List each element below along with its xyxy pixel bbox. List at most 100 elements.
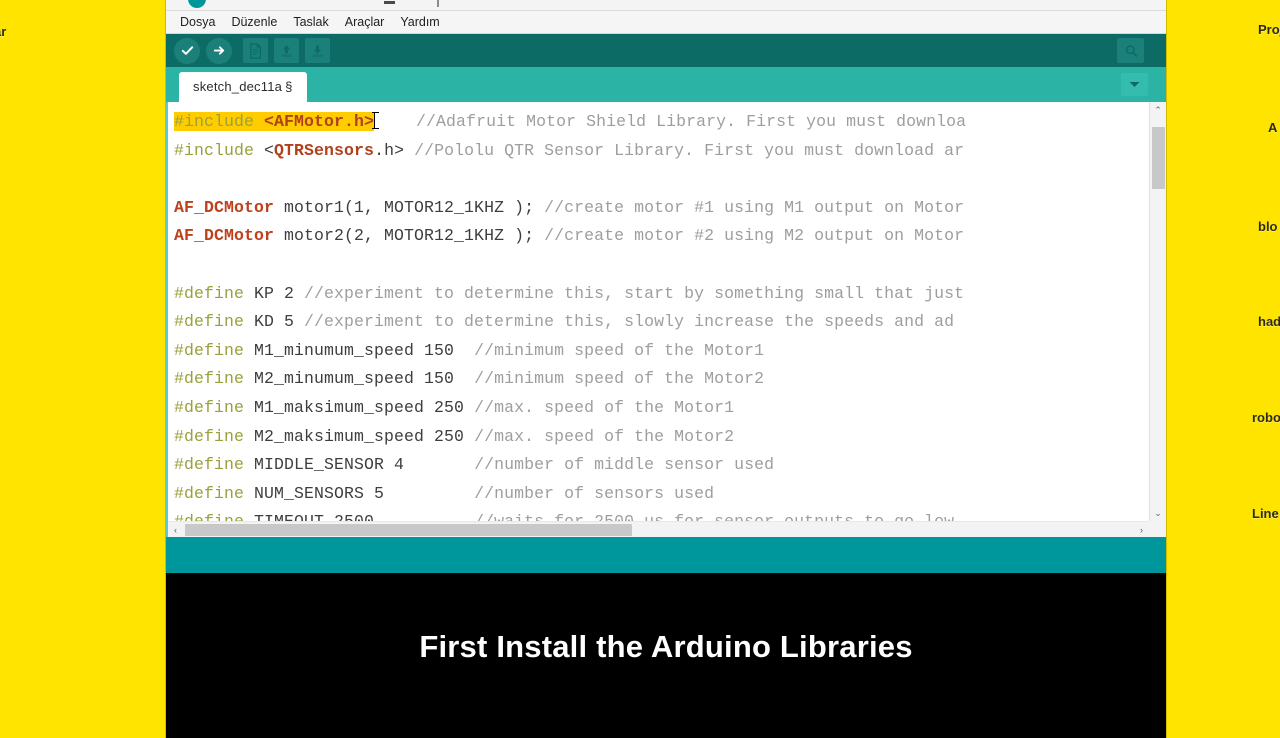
code-token: .h> [374,140,415,160]
code-token: <AFMotor.h> [264,112,375,131]
editor-horizontal-scrollbar[interactable]: ‹ › [168,521,1149,537]
code-comment: //create motor #1 using M1 output on Mot… [544,197,965,217]
code-token: < [264,140,275,160]
vertical-scroll-thumb[interactable] [1152,127,1165,189]
background-fragment-right: blo [1258,219,1278,234]
code-token: #define [174,397,255,417]
code-token: KP 2 [254,283,305,303]
scrollbar-corner [1149,521,1166,537]
open-arrow-up-icon [281,44,292,57]
code-token: #define [174,455,255,475]
open-sketch-button[interactable] [274,38,299,63]
code-comment: //Adafruit Motor Shield Library. First y… [376,112,967,131]
upload-button[interactable] [206,37,232,64]
arrow-right-icon [213,46,224,55]
code-line[interactable] [174,165,1149,194]
serial-monitor-button[interactable] [1117,38,1144,63]
code-token: #define [174,483,255,503]
window-titlebar [166,0,1166,11]
code-token: #include [174,140,265,160]
minimize-icon[interactable] [384,1,395,4]
code-line[interactable]: #include <QTRSensors.h> //Pololu QTR Sen… [174,137,1149,166]
caption-banner: First Install the Arduino Libraries [166,573,1166,721]
code-text-area[interactable]: #include <AFMotor.h> //Adafruit Motor Sh… [168,102,1149,521]
background-fragment-right: had [1258,314,1280,329]
menu-item-taslak[interactable]: Taslak [285,13,336,31]
scroll-down-arrow[interactable]: ⌄ [1150,505,1166,521]
magnifier-icon [1125,44,1137,57]
maximize-icon[interactable] [437,0,439,7]
code-token: #define [174,426,255,446]
horizontal-scroll-thumb[interactable] [185,524,632,536]
code-token: M2_maksimum_speed 250 [254,426,475,446]
code-token: KD 5 [254,312,305,332]
background-fragment-right: A [1268,120,1278,135]
tab-sketch-dec11a[interactable]: sketch_dec11a § [179,72,307,102]
scroll-left-arrow[interactable]: ‹ [168,522,183,537]
save-sketch-button[interactable] [305,38,330,63]
code-line[interactable]: #define M1_maksimum_speed 250 //max. spe… [174,394,1149,423]
code-token: #define [174,340,255,360]
code-line[interactable]: #define KD 5 //experiment to determine t… [174,308,1149,337]
code-line[interactable]: #define KP 2 //experiment to determine t… [174,280,1149,309]
menu-item-duzenle[interactable]: Düzenle [223,13,285,31]
background-fragment-right: Line [1252,506,1279,521]
code-token: AF_DCMotor [174,226,285,246]
code-line[interactable]: #define M1_minumum_speed 150 //minimum s… [174,337,1149,366]
save-arrow-down-icon [312,44,323,57]
code-comment: //experiment to determine this, start by… [304,283,965,303]
code-token: M2_minumum_speed 150 [254,369,475,389]
chevron-down-icon [1129,82,1140,87]
code-token: #define [174,312,255,332]
check-icon [181,46,193,55]
code-token: MIDDLE_SENSOR 4 [254,455,475,475]
code-line[interactable]: AF_DCMotor motor2(2, MOTOR12_1KHZ ); //c… [174,222,1149,251]
tab-modified-marker: § [285,79,293,94]
scroll-right-arrow[interactable]: › [1134,522,1149,537]
code-comment: //Pololu QTR Sensor Library. First you m… [414,140,965,160]
verify-button[interactable] [174,37,200,64]
new-file-icon [250,42,262,59]
code-line[interactable]: #define TIMEOUT 2500 //waits for 2500 us… [174,508,1149,521]
console-message-strip [166,537,1166,573]
highlighted-code-span: #include <AFMotor.h> [174,112,375,131]
arduino-ide-window: Dosya Düzenle Taslak Araçlar Yardım sket… [166,0,1166,738]
code-token: M1_maksimum_speed 250 [254,397,475,417]
code-token: #define [174,283,255,303]
caption-text: First Install the Arduino Libraries [419,629,913,664]
tab-label: sketch_dec11a [193,79,283,94]
sketch-tabbar: sketch_dec11a § [166,67,1166,102]
code-comment: //experiment to determine this, slowly i… [304,312,955,332]
menu-item-araclar[interactable]: Araçlar [337,13,393,31]
code-comment: //number of sensors used [474,483,715,503]
scroll-up-arrow[interactable]: ⌃ [1150,102,1166,118]
code-comment: //max. speed of the Motor2 [474,426,735,446]
tab-dropdown-button[interactable] [1121,73,1148,96]
code-line[interactable]: #define M2_minumum_speed 150 //minimum s… [174,365,1149,394]
text-cursor [372,112,380,129]
code-comment: //waits for 2500 us for sensor outputs t… [474,512,954,521]
code-line[interactable]: #include <AFMotor.h> //Adafruit Motor Sh… [174,108,1149,137]
code-editor[interactable]: #include <AFMotor.h> //Adafruit Motor Sh… [166,102,1166,537]
console-output-area [166,721,1166,738]
code-token: motor2(2, MOTOR12_1KHZ ); [284,226,545,246]
code-comment: //minimum speed of the Motor1 [474,340,765,360]
code-token: TIMEOUT 2500 [254,512,474,521]
code-line[interactable]: #define MIDDLE_SENSOR 4 //number of midd… [174,451,1149,480]
toolbar [166,34,1166,67]
new-sketch-button[interactable] [243,38,268,63]
code-token: #include [174,112,265,131]
code-token: #define [174,369,255,389]
menu-item-dosya[interactable]: Dosya [172,13,223,31]
code-comment: //number of middle sensor used [474,455,775,475]
background-fragment-right: Proj [1258,22,1280,37]
code-line[interactable] [174,251,1149,280]
code-token: QTRSensors [274,140,375,160]
menu-item-yardim[interactable]: Yardım [392,13,447,31]
code-line[interactable]: AF_DCMotor motor1(1, MOTOR12_1KHZ ); //c… [174,194,1149,223]
code-line[interactable]: #define NUM_SENSORS 5 //number of sensor… [174,480,1149,509]
editor-vertical-scrollbar[interactable]: ⌃ ⌄ [1149,102,1166,521]
code-token: motor1(1, MOTOR12_1KHZ ); [284,197,545,217]
code-comment: //minimum speed of the Motor2 [474,369,765,389]
code-line[interactable]: #define M2_maksimum_speed 250 //max. spe… [174,423,1149,452]
